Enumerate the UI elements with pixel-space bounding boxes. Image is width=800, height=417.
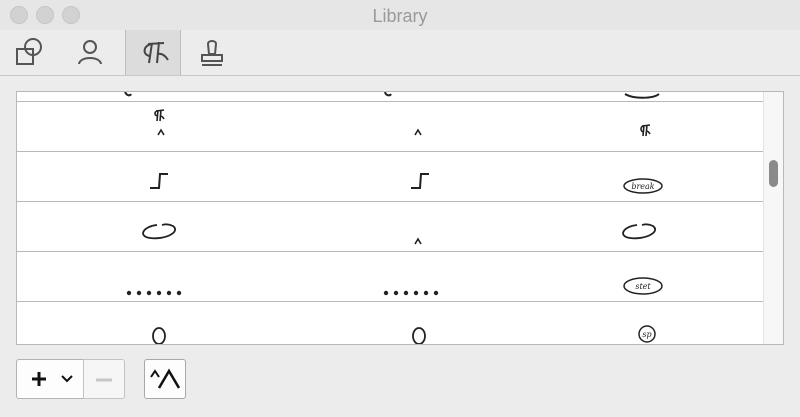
insert-shape-button[interactable] (144, 359, 186, 399)
paragraph-caret-mark-icon (154, 109, 165, 136)
tab-stamp[interactable] (184, 30, 240, 75)
library-row (17, 102, 763, 152)
library-item[interactable] (17, 92, 265, 101)
chevron-down-icon (61, 375, 73, 383)
library-item[interactable] (265, 302, 513, 344)
shapes-icon (16, 37, 42, 65)
library-row: stet (17, 252, 763, 302)
library-row (17, 202, 763, 252)
caret-mark-icon (414, 237, 422, 245)
library-item[interactable] (265, 92, 513, 101)
partial-ellipse-icon (624, 93, 660, 99)
sp-stamp-icon: sp (638, 325, 656, 343)
vertical-scrollbar[interactable] (763, 92, 783, 344)
tab-person[interactable] (62, 30, 118, 75)
tab-shapes[interactable] (2, 30, 58, 75)
library-item[interactable]: stet (513, 252, 761, 301)
plus-icon (32, 372, 46, 386)
library-item[interactable] (513, 92, 761, 101)
circle-mark-icon (412, 327, 426, 344)
scrollbar-thumb[interactable] (769, 160, 778, 187)
library-row: break (17, 152, 763, 202)
library-item[interactable] (265, 102, 513, 151)
library-item[interactable] (17, 202, 265, 251)
partial-mark-icon (384, 92, 392, 97)
toolbar (0, 30, 800, 76)
title-bar: Library (0, 0, 800, 30)
remove-button[interactable] (83, 359, 125, 399)
sp-stamp-label: sp (642, 330, 651, 339)
window-title: Library (372, 6, 428, 26)
circle-mark-icon (152, 327, 166, 344)
library-item[interactable]: break (513, 152, 761, 201)
paragraph-mark-icon (640, 124, 651, 137)
partial-mark-icon (124, 92, 132, 97)
person-icon (78, 39, 102, 64)
library-row: sp (17, 302, 763, 344)
open-ellipse-mark-icon (142, 223, 176, 240)
tab-paragraph[interactable] (125, 30, 181, 75)
break-stamp-icon: break (623, 178, 663, 194)
library-item[interactable] (17, 102, 265, 151)
break-stamp-label: break (631, 182, 654, 191)
dots-mark-icon (126, 290, 182, 296)
library-grid: break stet sp (16, 91, 784, 345)
step-line-mark-icon (150, 173, 168, 189)
add-button[interactable] (16, 359, 84, 399)
step-line-mark-icon (411, 173, 429, 189)
library-item[interactable] (265, 252, 513, 301)
library-item[interactable] (265, 202, 513, 251)
library-row (17, 92, 763, 102)
caret-mark-icon (414, 128, 422, 136)
library-item[interactable] (513, 102, 761, 151)
open-ellipse-mark-icon (622, 223, 656, 240)
dots-mark-icon (383, 290, 439, 296)
caret-peaks-icon (150, 368, 181, 389)
paragraph-icon (143, 41, 169, 63)
library-item[interactable] (17, 302, 265, 344)
stet-stamp-label: stet (635, 282, 651, 291)
library-item[interactable] (17, 152, 265, 201)
stet-stamp-icon: stet (623, 277, 663, 295)
library-item[interactable] (265, 152, 513, 201)
stamp-icon (201, 39, 223, 66)
library-item[interactable] (513, 202, 761, 251)
minus-icon (96, 378, 112, 382)
library-item[interactable]: sp (513, 302, 761, 344)
library-item[interactable] (17, 252, 265, 301)
